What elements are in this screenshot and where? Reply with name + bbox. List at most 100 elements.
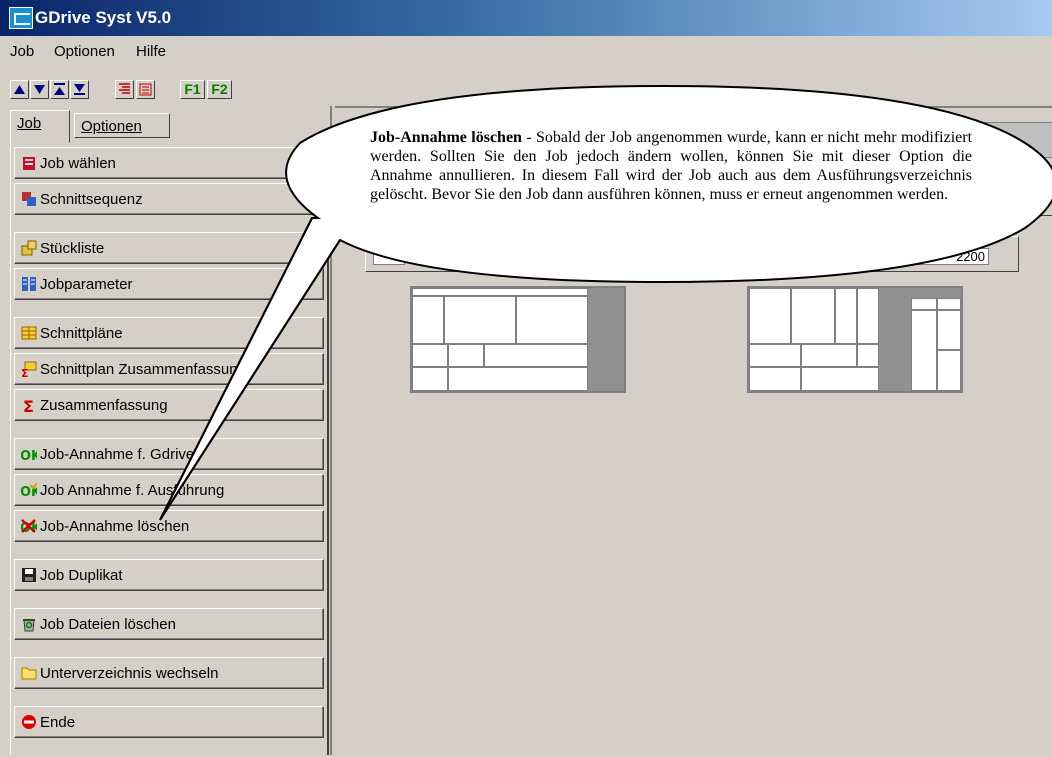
tab-job[interactable]: Job [10,110,70,143]
move-up-button[interactable] [10,80,29,99]
plan-1-strip [412,288,588,296]
plan-2-part [801,344,857,367]
job-accept-delete-button[interactable]: OK Job-Annahme löschen [14,510,324,542]
plan-1-part [448,344,484,367]
delete-job-files-button[interactable]: Job Dateien löschen [14,608,324,640]
recycle-icon [23,619,35,632]
plan-1-part [412,344,448,367]
plan-2-part [937,350,961,391]
tab-optionen[interactable]: Optionen [74,113,170,138]
job-parameters-icon [22,277,36,291]
plan-2-part [911,310,937,391]
plan-2-part [857,288,879,344]
ok-icon: OK [21,449,37,462]
f1-button[interactable]: F1 [180,80,205,99]
exit-button[interactable]: Ende [14,706,324,738]
cutting-plans-icon [21,326,37,340]
job-accept-delete-label: Job-Annahme löschen [40,518,190,535]
move-down-button[interactable] [30,80,49,99]
callout-separator: - [521,129,537,146]
summary-button[interactable]: Σ Zusammenfassung [14,389,324,421]
job-select-label: Job wählen [40,155,116,172]
plan-2-part [857,344,879,367]
svg-text:OK: OK [21,449,37,462]
ok-delete-icon: OK [21,519,37,534]
app-logo-icon [9,7,33,29]
job-accept-gdrive-label: Job-Annahme f. Gdrive [40,446,195,463]
plan-1-part [412,296,444,344]
plan-2-part [937,298,961,310]
callout-title: Job-Annahme löschen [370,129,522,146]
job-accept-execution-label: Job Annahme f. Ausführung [40,482,225,499]
plan-2-part [791,288,835,344]
sort-button[interactable] [115,80,134,99]
plan-1-part [484,344,588,367]
cutting-sequence-label: Schnittsequenz [40,191,143,208]
delete-job-files-label: Job Dateien löschen [40,616,176,633]
plan-summary-label: Schnittplan Zusammenfassung [40,361,246,378]
tab-optionen-label: Optionen [81,118,142,135]
arrow-down-icon [34,85,45,94]
plan-summary-icon: Σ [21,361,37,377]
cutting-sequence-button[interactable]: Schnittsequenz [14,183,324,215]
plan-2-part [749,288,791,344]
menu-optionen[interactable]: Optionen [54,43,115,60]
list-button[interactable] [136,80,155,99]
job-select-button[interactable]: Job wählen [14,147,324,179]
plan-1-part [444,296,516,344]
stop-icon [22,715,36,729]
window-title: GDrive Syst V5.0 [35,8,172,27]
cutting-plan-1[interactable] [410,286,626,393]
cutting-plans-button[interactable]: Schnittpläne [14,317,324,349]
plan-1-part [516,296,588,344]
job-parameters-button[interactable]: Jobparameter [14,268,324,300]
ok-check-icon: OK [21,482,37,498]
parts-list-button[interactable]: Stückliste [14,232,324,264]
field-right[interactable]: 2200 [909,248,989,265]
toolbar: F1 F2 [0,66,1052,106]
svg-text:Σ: Σ [23,397,34,413]
svg-text:Σ: Σ [21,367,29,377]
job-duplicate-label: Job Duplikat [40,567,123,584]
field-left[interactable]: 3 [373,248,405,265]
move-bottom-button[interactable] [70,80,89,99]
title-bar: GDrive Syst V5.0 [0,0,1052,36]
tab-job-label: Job [17,115,42,132]
job-button-panel: Job wählen Schnittsequenz Stückliste Job… [10,140,329,755]
menu-job[interactable]: Job [10,43,34,60]
job-parameters-label: Jobparameter [40,276,133,293]
parts-list-label: Stückliste [40,240,105,257]
plan-2-part [835,288,857,344]
cutting-plan-2[interactable] [747,286,963,393]
move-top-button[interactable] [50,80,69,99]
arrow-top-icon [54,83,65,95]
plan-1-part [448,367,588,391]
job-accept-gdrive-button[interactable]: OK Job-Annahme f. Gdrive [14,438,324,470]
arrow-bottom-icon [74,84,85,95]
job-select-icon [23,157,35,170]
menu-hilfe[interactable]: Hilfe [136,43,166,60]
plan-1-part [412,367,448,391]
plan-summary-button[interactable]: Σ Schnittplan Zusammenfassung [14,353,324,385]
plan-2-waste [879,288,911,391]
f2-button[interactable]: F2 [207,80,232,99]
callout-text: Job-Annahme löschen - Sobald der Job ang… [370,128,972,204]
parts-list-icon [21,240,37,256]
menu-bar: Job Optionen Hilfe [0,36,1052,66]
job-accept-execution-button[interactable]: OK Job Annahme f. Ausführung [14,474,324,506]
change-subdirectory-button[interactable]: Unterverzeichnis wechseln [14,657,324,689]
floppy-icon [22,568,36,582]
arrow-up-icon [14,85,25,94]
cutting-plans-label: Schnittpläne [40,325,123,342]
change-subdirectory-label: Unterverzeichnis wechseln [40,665,219,682]
sigma-icon: Σ [23,397,34,413]
list-icon [139,83,152,96]
plan-1-waste [588,288,624,391]
plan-2-part [749,367,801,391]
plan-2-part [749,344,801,367]
cutting-sequence-icon [22,192,36,206]
plan-2-part [937,310,961,350]
plan-2-part [801,367,879,391]
summary-label: Zusammenfassung [40,397,168,414]
job-duplicate-button[interactable]: Job Duplikat [14,559,324,591]
